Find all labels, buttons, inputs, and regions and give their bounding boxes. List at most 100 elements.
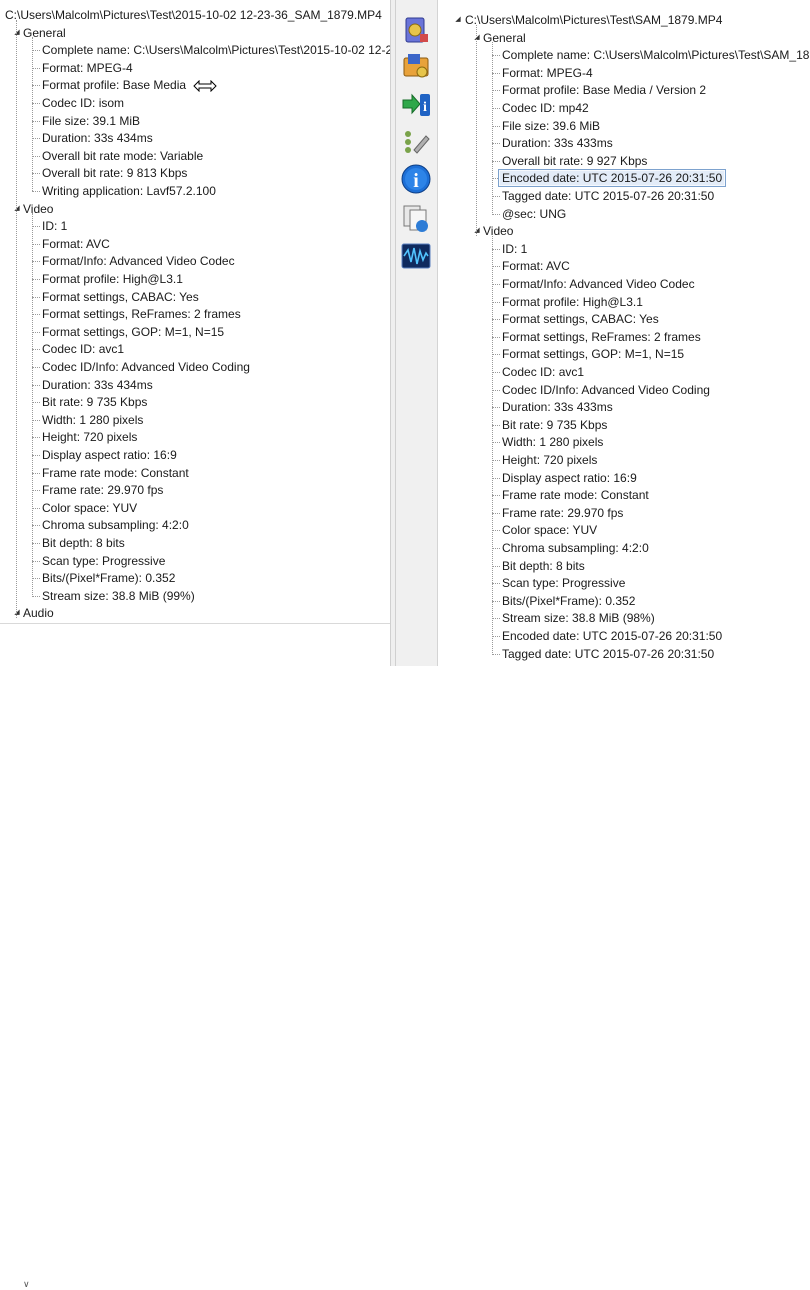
property-item[interactable]: Codec ID: avc1: [42, 340, 124, 358]
right-tree-pane[interactable]: ◢ C:\Users\Malcolm\Pictures\Test\SAM_1879…: [438, 0, 810, 666]
preferences-button[interactable]: [400, 126, 432, 158]
property-item[interactable]: Chroma subsampling: 4:2:0: [42, 516, 189, 534]
tree-connector: [492, 90, 500, 92]
about-info-button[interactable]: i: [400, 163, 432, 195]
property-item[interactable]: Writing application: Lavf57.2.100: [42, 182, 216, 200]
open-file-button[interactable]: [400, 14, 432, 46]
waveform-button[interactable]: [400, 240, 432, 272]
property-item[interactable]: Complete name: C:\Users\Malcolm\Pictures…: [502, 46, 810, 64]
property-item[interactable]: File size: 39.1 MiB: [42, 112, 140, 130]
property-item[interactable]: Display aspect ratio: 16:9: [42, 446, 177, 464]
tree-connector: [32, 243, 40, 245]
property-item[interactable]: Stream size: 38.8 MiB (98%): [502, 609, 655, 627]
property-item[interactable]: Codec ID/Info: Advanced Video Coding: [502, 381, 710, 399]
section-video[interactable]: Video: [23, 200, 53, 218]
file-path-node[interactable]: C:\Users\Malcolm\Pictures\Test\SAM_1879.…: [465, 11, 722, 29]
collapse-toggle-icon[interactable]: ◢: [454, 11, 462, 29]
property-item[interactable]: Format settings, CABAC: Yes: [502, 310, 659, 328]
property-item[interactable]: Overall bit rate: 9 927 Kbps: [502, 152, 647, 170]
tree-connector: [32, 173, 40, 175]
property-item[interactable]: Format profile: Base Media: [42, 76, 186, 94]
property-item[interactable]: Codec ID: mp42: [502, 99, 589, 117]
property-item[interactable]: Overall bit rate: 9 813 Kbps: [42, 164, 187, 182]
property-item[interactable]: Frame rate: 29.970 fps: [502, 504, 623, 522]
section-general[interactable]: General: [23, 24, 66, 42]
property-item[interactable]: Bit depth: 8 bits: [502, 557, 585, 575]
tree-connector: [492, 248, 500, 250]
chevron-down-icon[interactable]: ∨: [23, 1279, 30, 1290]
property-item[interactable]: Format settings, GOP: M=1, N=15: [502, 345, 684, 363]
property-item[interactable]: Format: MPEG-4: [42, 59, 133, 77]
collapse-toggle-icon[interactable]: ◢: [13, 24, 21, 42]
property-item[interactable]: ID: 1: [502, 240, 527, 258]
left-tree-pane[interactable]: C:\Users\Malcolm\Pictures\Test\2015-10-0…: [0, 0, 390, 623]
property-item[interactable]: Chroma subsampling: 4:2:0: [502, 539, 649, 557]
property-item[interactable]: Codec ID/Info: Advanced Video Coding: [42, 358, 250, 376]
tree-connector: [492, 108, 500, 109]
tree-connector: [492, 565, 500, 567]
property-item[interactable]: Duration: 33s 433ms: [502, 398, 613, 416]
property-item[interactable]: Format: AVC: [42, 235, 110, 253]
property-item[interactable]: Frame rate: 29.970 fps: [42, 481, 163, 499]
property-item[interactable]: Format/Info: Advanced Video Codec: [502, 275, 695, 293]
property-item[interactable]: ID: 1: [42, 217, 67, 235]
property-item[interactable]: Stream size: 38.8 MiB (99%): [42, 587, 195, 605]
property-item[interactable]: Encoded date: UTC 2015-07-26 20:31:50: [502, 627, 722, 645]
property-item[interactable]: Codec ID: isom: [42, 94, 124, 112]
section-audio[interactable]: Audio: [23, 604, 54, 622]
property-item[interactable]: Tagged date: UTC 2015-07-26 20:31:50: [502, 187, 714, 205]
property-item[interactable]: Tagged date: UTC 2015-07-26 20:31:50: [502, 645, 714, 663]
tree-connector: [32, 595, 40, 597]
sheet-view-button[interactable]: [400, 202, 432, 234]
property-item[interactable]: @sec: UNG: [502, 205, 566, 223]
collapse-toggle-icon[interactable]: ◢: [13, 200, 21, 218]
tree-connector: [32, 384, 40, 386]
property-item[interactable]: Overall bit rate mode: Variable: [42, 147, 203, 165]
property-item[interactable]: Bits/(Pixel*Frame): 0.352: [502, 592, 635, 610]
tree-connector: [492, 284, 500, 285]
property-item[interactable]: Format settings, ReFrames: 2 frames: [42, 305, 241, 323]
property-item[interactable]: Format profile: High@L3.1: [502, 293, 643, 311]
property-item[interactable]: Scan type: Progressive: [42, 552, 165, 570]
property-item[interactable]: Format/Info: Advanced Video Codec: [42, 252, 235, 270]
property-item[interactable]: Complete name: C:\Users\Malcolm\Pictures…: [42, 41, 390, 59]
property-item[interactable]: Color space: YUV: [42, 499, 137, 517]
property-item[interactable]: Bit rate: 9 735 Kbps: [42, 393, 147, 411]
selected-property-item[interactable]: Encoded date: UTC 2015-07-26 20:31:50: [498, 169, 727, 188]
property-item[interactable]: Scan type: Progressive: [502, 574, 625, 592]
property-item[interactable]: File size: 39.6 MiB: [502, 117, 600, 135]
property-item[interactable]: Duration: 33s 434ms: [42, 129, 153, 147]
property-item[interactable]: Format settings, CABAC: Yes: [42, 288, 199, 306]
property-item[interactable]: Height: 720 pixels: [502, 451, 597, 469]
section-general[interactable]: General: [483, 29, 526, 47]
property-item[interactable]: Format: AVC: [502, 257, 570, 275]
property-item[interactable]: Duration: 33s 434ms: [42, 376, 153, 394]
tree-guide-line: [32, 213, 33, 596]
property-item[interactable]: Width: 1 280 pixels: [502, 433, 603, 451]
section-video[interactable]: Video: [483, 222, 513, 240]
property-item[interactable]: Frame rate mode: Constant: [42, 464, 189, 482]
tree-connector: [32, 349, 40, 351]
property-item[interactable]: Format profile: Base Media / Version 2: [502, 81, 706, 99]
collapse-toggle-icon[interactable]: ◢: [473, 222, 481, 240]
open-folder-button[interactable]: [400, 50, 432, 82]
property-item[interactable]: Bits/(Pixel*Frame): 0.352: [42, 569, 175, 587]
property-item[interactable]: Format: MPEG-4: [502, 64, 593, 82]
property-item[interactable]: Format settings, ReFrames: 2 frames: [502, 328, 701, 346]
property-item[interactable]: Format settings, GOP: M=1, N=15: [42, 323, 224, 341]
property-item[interactable]: Bit depth: 8 bits: [42, 534, 125, 552]
file-path-node[interactable]: C:\Users\Malcolm\Pictures\Test\2015-10-0…: [5, 6, 382, 24]
tree-connector: [32, 419, 40, 421]
property-item[interactable]: Bit rate: 9 735 Kbps: [502, 416, 607, 434]
property-item[interactable]: Display aspect ratio: 16:9: [502, 469, 637, 487]
property-item[interactable]: Format profile: High@L3.1: [42, 270, 183, 288]
property-item[interactable]: Frame rate mode: Constant: [502, 486, 649, 504]
property-item[interactable]: Color space: YUV: [502, 521, 597, 539]
property-item[interactable]: Width: 1 280 pixels: [42, 411, 143, 429]
property-item[interactable]: Codec ID: avc1: [502, 363, 584, 381]
property-item[interactable]: Duration: 33s 433ms: [502, 134, 613, 152]
export-info-button[interactable]: i: [400, 88, 432, 120]
collapse-toggle-icon[interactable]: ◢: [13, 604, 21, 622]
collapse-toggle-icon[interactable]: ◢: [473, 29, 481, 47]
property-item[interactable]: Height: 720 pixels: [42, 428, 137, 446]
